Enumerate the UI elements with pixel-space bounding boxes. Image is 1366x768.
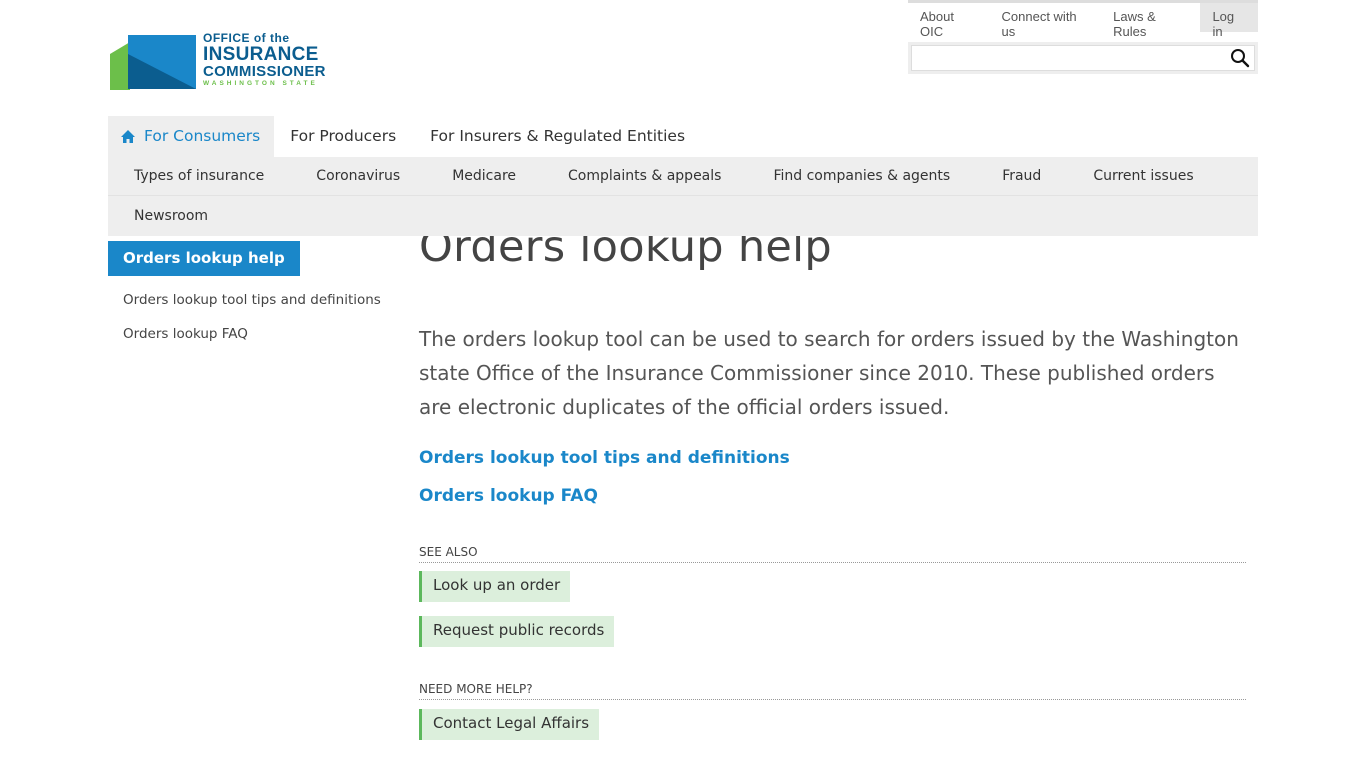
login-link[interactable]: Log in bbox=[1200, 3, 1258, 39]
main-link-faq[interactable]: Orders lookup FAQ bbox=[419, 486, 598, 506]
logo-line-3: COMMISSIONER bbox=[203, 63, 326, 80]
search-input[interactable] bbox=[911, 45, 1255, 71]
primary-nav-label: For Consumers bbox=[144, 127, 261, 145]
search-icon[interactable] bbox=[1230, 48, 1250, 68]
secondary-nav-medicare[interactable]: Medicare bbox=[426, 168, 542, 184]
secondary-nav-newsroom[interactable]: Newsroom bbox=[108, 208, 234, 224]
primary-nav-for-insurers[interactable]: For Insurers & Regulated Entities bbox=[416, 116, 699, 157]
primary-nav: For Consumers For Producers For Insurers… bbox=[108, 116, 699, 157]
logo-line-4: WASHINGTON STATE bbox=[203, 80, 318, 87]
secondary-nav-types-of-insurance[interactable]: Types of insurance bbox=[108, 168, 290, 184]
sidebar-item-active[interactable]: Orders lookup help bbox=[108, 241, 300, 276]
primary-nav-for-producers[interactable]: For Producers bbox=[276, 116, 410, 157]
utility-link-connect[interactable]: Connect with us bbox=[990, 3, 1102, 39]
utility-nav: About OIC Connect with us Laws & Rules L… bbox=[908, 0, 1258, 39]
secondary-nav-current-issues[interactable]: Current issues bbox=[1067, 168, 1219, 184]
sidebar-link-faq[interactable]: Orders lookup FAQ bbox=[123, 326, 248, 342]
secondary-nav-row: Newsroom bbox=[108, 196, 1258, 236]
see-also-label: SEE ALSO bbox=[419, 545, 1246, 563]
primary-nav-for-consumers[interactable]: For Consumers bbox=[108, 116, 275, 157]
main-link-tips[interactable]: Orders lookup tool tips and definitions bbox=[419, 448, 790, 468]
utility-link-laws[interactable]: Laws & Rules bbox=[1101, 3, 1200, 39]
primary-nav-label: For Insurers & Regulated Entities bbox=[430, 127, 686, 145]
sidebar-link-tips[interactable]: Orders lookup tool tips and definitions bbox=[123, 292, 381, 308]
logo-line-1: OFFICE of the bbox=[203, 31, 290, 45]
secondary-nav-coronavirus[interactable]: Coronavirus bbox=[290, 168, 426, 184]
see-also-request-records[interactable]: Request public records bbox=[419, 616, 615, 647]
contact-legal-affairs[interactable]: Contact Legal Affairs bbox=[419, 709, 600, 740]
home-icon bbox=[121, 130, 135, 143]
primary-nav-label: For Producers bbox=[290, 127, 397, 145]
search-box bbox=[908, 42, 1258, 74]
see-also-look-up-order[interactable]: Look up an order bbox=[419, 571, 571, 602]
utility-link-about[interactable]: About OIC bbox=[908, 3, 990, 39]
logo-mark-icon bbox=[110, 35, 196, 90]
secondary-nav-fraud[interactable]: Fraud bbox=[976, 168, 1067, 184]
intro-paragraph: The orders lookup tool can be used to se… bbox=[419, 327, 1239, 419]
secondary-nav-complaints[interactable]: Complaints & appeals bbox=[542, 168, 747, 184]
need-help-label: NEED MORE HELP? bbox=[419, 682, 1246, 700]
logo-line-2: INSURANCE bbox=[203, 44, 319, 65]
secondary-nav: Types of insurance Coronavirus Medicare … bbox=[108, 157, 1258, 236]
secondary-nav-row: Types of insurance Coronavirus Medicare … bbox=[108, 157, 1258, 196]
secondary-nav-find-companies[interactable]: Find companies & agents bbox=[747, 168, 976, 184]
logo-text: OFFICE of the INSURANCE COMMISSIONER WAS… bbox=[203, 32, 326, 88]
site-logo[interactable]: OFFICE of the INSURANCE COMMISSIONER WAS… bbox=[110, 32, 325, 92]
